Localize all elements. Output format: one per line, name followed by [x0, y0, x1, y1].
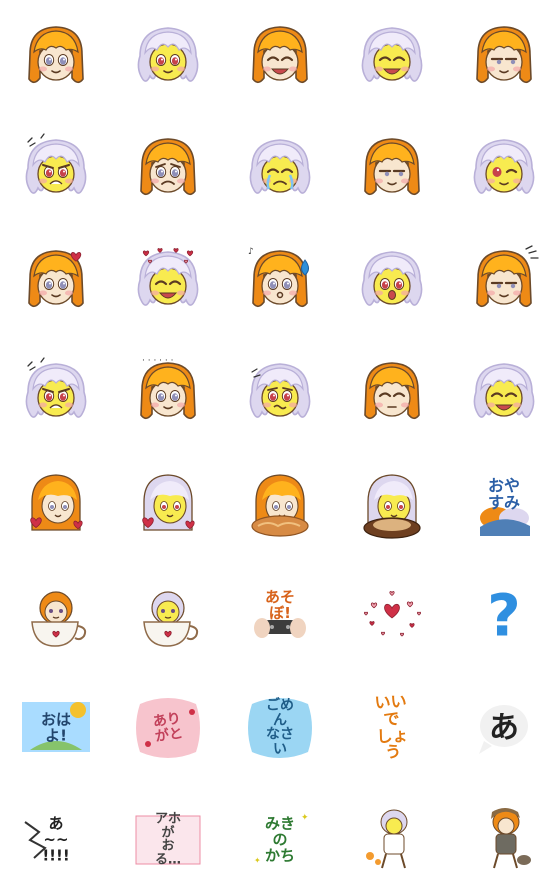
hearts-sticker-art: [356, 580, 428, 652]
sticker-3[interactable]: [224, 0, 336, 112]
sticker-4[interactable]: [336, 0, 448, 112]
sticker-grid: ♪ · · · · · · おやすみ あそぼ! ? おはよ! ありがと ごめん …: [0, 0, 560, 896]
face-sticker-art: [468, 356, 540, 428]
svg-text:· · · · · ·: · · · · · ·: [142, 356, 173, 366]
sticker-19[interactable]: [336, 336, 448, 448]
sticker-2[interactable]: [112, 0, 224, 112]
sticker-40[interactable]: [448, 784, 560, 896]
text-sticker-art: ✦ ✦ みきの かち: [244, 804, 316, 876]
mini-sticker-art: [468, 804, 540, 876]
sticker-23[interactable]: [224, 448, 336, 560]
face-sticker-art: [20, 132, 92, 204]
face-sticker-art: [356, 20, 428, 92]
sticker-22[interactable]: [112, 448, 224, 560]
body-sticker-art: [20, 468, 92, 540]
sticker-31[interactable]: おはよ!: [0, 672, 112, 784]
face-sticker-art: [356, 244, 428, 316]
sticker-24[interactable]: [336, 448, 448, 560]
sticker-1[interactable]: [0, 0, 112, 112]
sticker-sheet: ♪ · · · · · · おやすみ あそぼ! ? おはよ! ありがと ごめん …: [0, 0, 560, 896]
sticker-18[interactable]: [224, 336, 336, 448]
sticker-11[interactable]: [0, 224, 112, 336]
body-sticker-art: [356, 468, 428, 540]
sticker-27[interactable]: [112, 560, 224, 672]
sticker-21[interactable]: [0, 448, 112, 560]
text-sticker-art: あそぼ!: [244, 580, 316, 652]
sticker-caption: いいで しょう: [374, 691, 409, 763]
face-sticker-art: [132, 244, 204, 316]
sticker-17[interactable]: · · · · · ·: [112, 336, 224, 448]
cup-sticker-art: [20, 580, 92, 652]
text-sticker-art: ありがと: [132, 692, 204, 764]
sticker-29[interactable]: [336, 560, 448, 672]
sticker-8[interactable]: [224, 112, 336, 224]
sticker-39[interactable]: [336, 784, 448, 896]
face-sticker-art: [132, 132, 204, 204]
svg-text:✦: ✦: [254, 856, 261, 865]
face-sticker-art: [356, 132, 428, 204]
sticker-20[interactable]: [448, 336, 560, 448]
sticker-30[interactable]: ?: [448, 560, 560, 672]
text-sticker-art: アホが おる…: [132, 804, 204, 876]
text-sticker-art: ごめん なさい: [244, 692, 316, 764]
face-sticker-art: [20, 20, 92, 92]
sticker-38[interactable]: ✦ ✦ みきの かち: [224, 784, 336, 896]
text-sticker-art: あ: [468, 692, 540, 764]
sticker-7[interactable]: [112, 112, 224, 224]
text-sticker-art: おやすみ: [468, 468, 540, 540]
sticker-28[interactable]: あそぼ!: [224, 560, 336, 672]
face-sticker-art: [20, 244, 92, 316]
sticker-36[interactable]: あ~~ !!!!: [0, 784, 112, 896]
sticker-33[interactable]: ごめん なさい: [224, 672, 336, 784]
text-sticker-art: いいで しょう: [356, 692, 428, 764]
sticker-16[interactable]: [0, 336, 112, 448]
sticker-37[interactable]: アホが おる…: [112, 784, 224, 896]
sticker-35[interactable]: あ: [448, 672, 560, 784]
sticker-26[interactable]: [0, 560, 112, 672]
sticker-32[interactable]: ありがと: [112, 672, 224, 784]
sticker-34[interactable]: いいで しょう: [336, 672, 448, 784]
face-sticker-art: [468, 244, 540, 316]
face-sticker-art: [132, 20, 204, 92]
text-sticker-art: おはよ!: [20, 692, 92, 764]
mini-sticker-art: [356, 804, 428, 876]
text-sticker-art: ?: [468, 580, 540, 652]
sticker-10[interactable]: [448, 112, 560, 224]
svg-text:✦: ✦: [301, 813, 309, 823]
sticker-13[interactable]: ♪: [224, 224, 336, 336]
sticker-6[interactable]: [0, 112, 112, 224]
face-sticker-art: [468, 20, 540, 92]
face-sticker-art: [356, 356, 428, 428]
body-sticker-art: [244, 468, 316, 540]
question-mark: ?: [487, 581, 521, 650]
cup-sticker-art: [132, 580, 204, 652]
face-sticker-art: ♪: [244, 244, 316, 316]
text-sticker-art: あ~~ !!!!: [20, 804, 92, 876]
sticker-12[interactable]: [112, 224, 224, 336]
sticker-25[interactable]: おやすみ: [448, 448, 560, 560]
face-sticker-art: [468, 132, 540, 204]
face-sticker-art: [20, 356, 92, 428]
body-sticker-art: [132, 468, 204, 540]
face-sticker-art: [244, 132, 316, 204]
face-sticker-art: [244, 356, 316, 428]
svg-text:♪: ♪: [248, 247, 254, 257]
sticker-5[interactable]: [448, 0, 560, 112]
sticker-15[interactable]: [448, 224, 560, 336]
face-sticker-art: · · · · · ·: [132, 356, 204, 428]
sticker-14[interactable]: [336, 224, 448, 336]
face-sticker-art: [244, 20, 316, 92]
sticker-9[interactable]: [336, 112, 448, 224]
